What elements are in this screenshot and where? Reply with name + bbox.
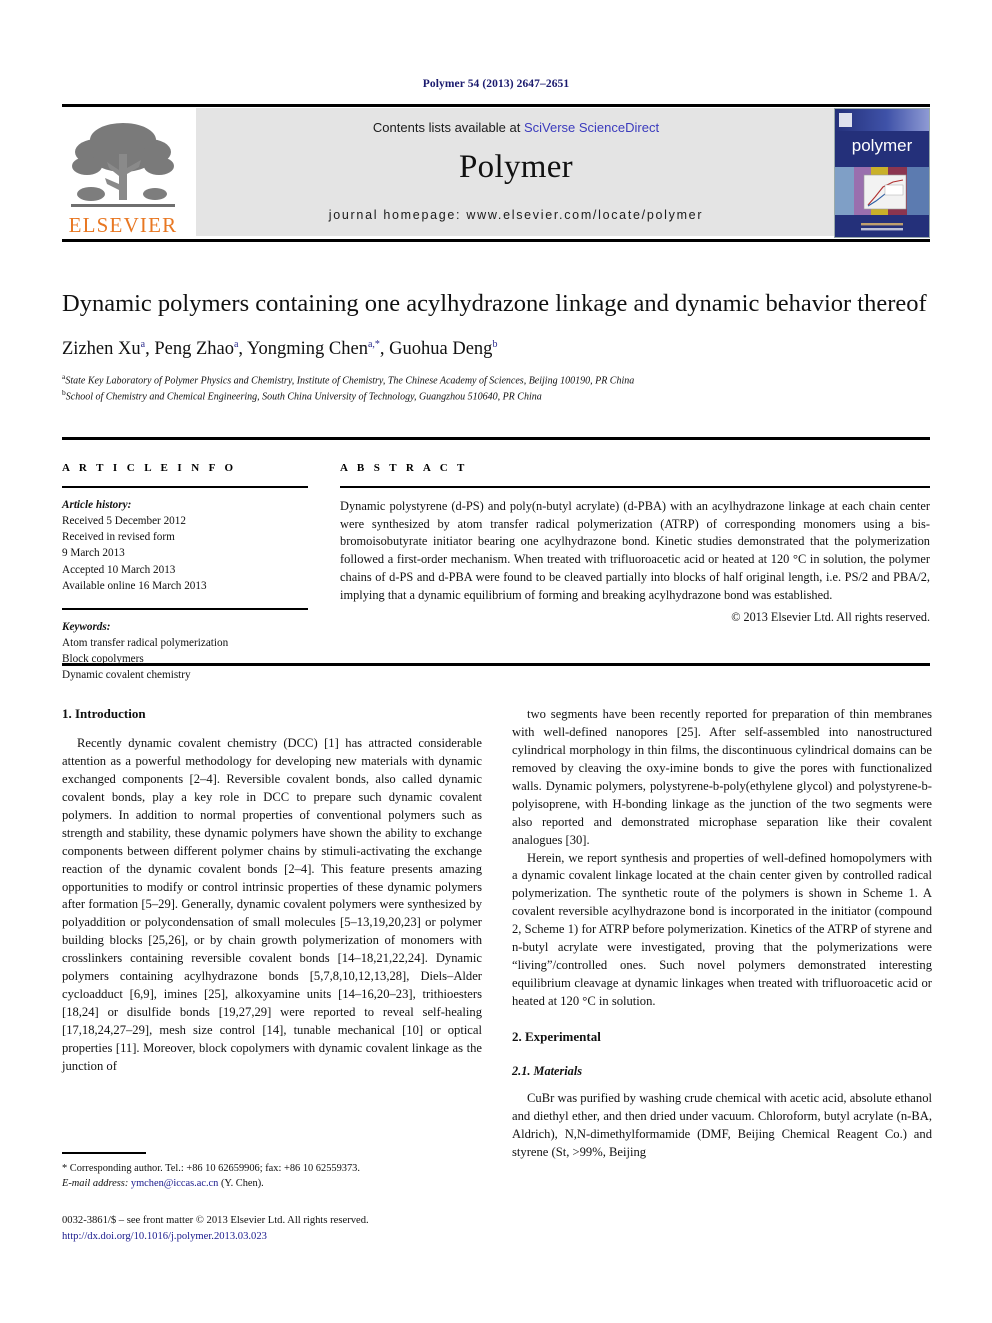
keywords-rule	[62, 607, 308, 610]
affiliation-text: School of Chemistry and Chemical Enginee…	[65, 391, 542, 403]
elsevier-tree-icon	[67, 114, 179, 214]
page-title: Dynamic polymers containing one acylhydr…	[62, 290, 927, 317]
affiliation-list: aState Key Laboratory of Polymer Physics…	[62, 372, 930, 405]
journal-masthead: ELSEVIER Contents lists available at Sci…	[62, 106, 930, 238]
paragraph: Recently dynamic covalent chemistry (DCC…	[62, 736, 482, 1073]
article-history-group: Article history: Received 5 December 201…	[62, 497, 308, 594]
author-affil-marker: a	[140, 339, 146, 351]
masthead-bottom-rule	[62, 239, 930, 242]
email-suffix: (Y. Chen).	[218, 1178, 264, 1190]
paper-page: Polymer 54 (2013) 2647–2651 ELSEVIER Con…	[0, 0, 992, 1323]
title-block: Dynamic polymers containing one acylhydr…	[62, 288, 930, 405]
elsevier-logo[interactable]: ELSEVIER	[62, 108, 184, 236]
affiliation-item: aState Key Laboratory of Polymer Physics…	[62, 372, 930, 389]
body-right-column: two segments have been recently reported…	[512, 706, 932, 1162]
article-info-column: A R T I C L E I N F O Article history: R…	[62, 462, 308, 683]
section-heading-introduction: 1. Introduction	[62, 706, 146, 721]
article-history-item: Received in revised form	[62, 531, 175, 544]
running-head: Polymer 54 (2013) 2647–2651	[422, 78, 570, 90]
article-info-rule	[62, 486, 308, 488]
article-info-heading: A R T I C L E I N F O	[62, 462, 237, 474]
info-top-rule	[62, 437, 930, 440]
corresponding-author-note: * Corresponding author. Tel.: +86 10 626…	[62, 1163, 360, 1174]
keyword-item: Dynamic covalent chemistry	[62, 669, 191, 682]
author-affil-marker: a,*	[367, 339, 380, 351]
paragraph: CuBr was purified by washing crude chemi…	[512, 1090, 932, 1159]
bottom-matter: 0032-3861/$ – see front matter © 2013 El…	[62, 1213, 562, 1245]
body-left-column: 1. Introduction Recently dynamic covalen…	[62, 706, 482, 1076]
author-name[interactable]: Peng Zhao	[154, 340, 234, 360]
author-name[interactable]: Zizhen Xu	[62, 340, 141, 360]
email-note: E-mail address: ymchen@iccas.ac.cn (Y. C…	[62, 1176, 482, 1191]
svg-text:polymer: polymer	[852, 136, 913, 155]
journal-title: Polymer	[459, 149, 573, 185]
issn-copyright-line: 0032-3861/$ – see front matter © 2013 El…	[62, 1215, 369, 1226]
email-link[interactable]: ymchen@iccas.ac.cn	[131, 1178, 218, 1189]
affiliation-item: bSchool of Chemistry and Chemical Engine…	[62, 388, 930, 405]
contents-available-line: Contents lists available at SciVerse Sci…	[373, 120, 659, 135]
paragraph: Herein, we report synthesis and properti…	[512, 850, 932, 1009]
author-list: Zizhen Xua, Peng Zhaoa, Yongming Chena,*…	[62, 339, 498, 360]
email-label: E-mail address:	[62, 1178, 129, 1190]
article-history-item: Received 5 December 2012	[62, 515, 186, 528]
keywords-group: Keywords: Atom transfer radical polymeri…	[62, 619, 308, 684]
sciencedirect-link[interactable]: SciVerse ScienceDirect	[524, 120, 659, 135]
article-history-label: Article history:	[62, 499, 132, 511]
subsection-heading-materials: 2.1. Materials	[512, 1063, 583, 1078]
keywords-label: Keywords:	[62, 620, 111, 633]
contents-prefix: Contents lists available at	[372, 120, 524, 135]
affiliation-text: State Key Laboratory of Polymer Physics …	[65, 374, 635, 386]
author-name[interactable]: Yongming Chen	[247, 340, 368, 360]
journal-band: Contents lists available at SciVerse Sci…	[196, 108, 836, 236]
section-heading-experimental: 2. Experimental	[512, 1028, 601, 1044]
footnote-block: * Corresponding author. Tel.: +86 10 626…	[62, 1152, 482, 1192]
article-history-item: Accepted 10 March 2013	[62, 563, 176, 576]
abstract-body: Dynamic polystyrene (d-PS) and poly(n-bu…	[340, 499, 930, 602]
info-bottom-rule	[62, 663, 930, 666]
author-affil-marker: a	[233, 339, 239, 351]
author-affil-marker: b	[492, 339, 498, 351]
elsevier-wordmark: ELSEVIER	[68, 213, 178, 237]
author-name[interactable]: Guohua Deng	[389, 340, 492, 360]
abstract-copyright: © 2013 Elsevier Ltd. All rights reserved…	[731, 610, 930, 625]
footnote-rule	[62, 1152, 146, 1154]
journal-homepage-line[interactable]: journal homepage: www.elsevier.com/locat…	[329, 208, 703, 222]
abstract-heading: A B S T R A C T	[340, 462, 468, 474]
abstract-rule	[340, 486, 930, 488]
paragraph: two segments have been recently reported…	[512, 707, 932, 847]
abstract-column: A B S T R A C T Dynamic polystyrene (d-P…	[340, 462, 930, 625]
keyword-item: Atom transfer radical polymerization	[62, 636, 229, 649]
doi-link[interactable]: http://dx.doi.org/10.1016/j.polymer.2013…	[62, 1231, 267, 1242]
journal-cover-thumbnail[interactable]: polymer	[834, 108, 930, 238]
article-history-item: 9 March 2013	[62, 547, 125, 560]
article-history-item: Available online 16 March 2013	[62, 579, 207, 592]
